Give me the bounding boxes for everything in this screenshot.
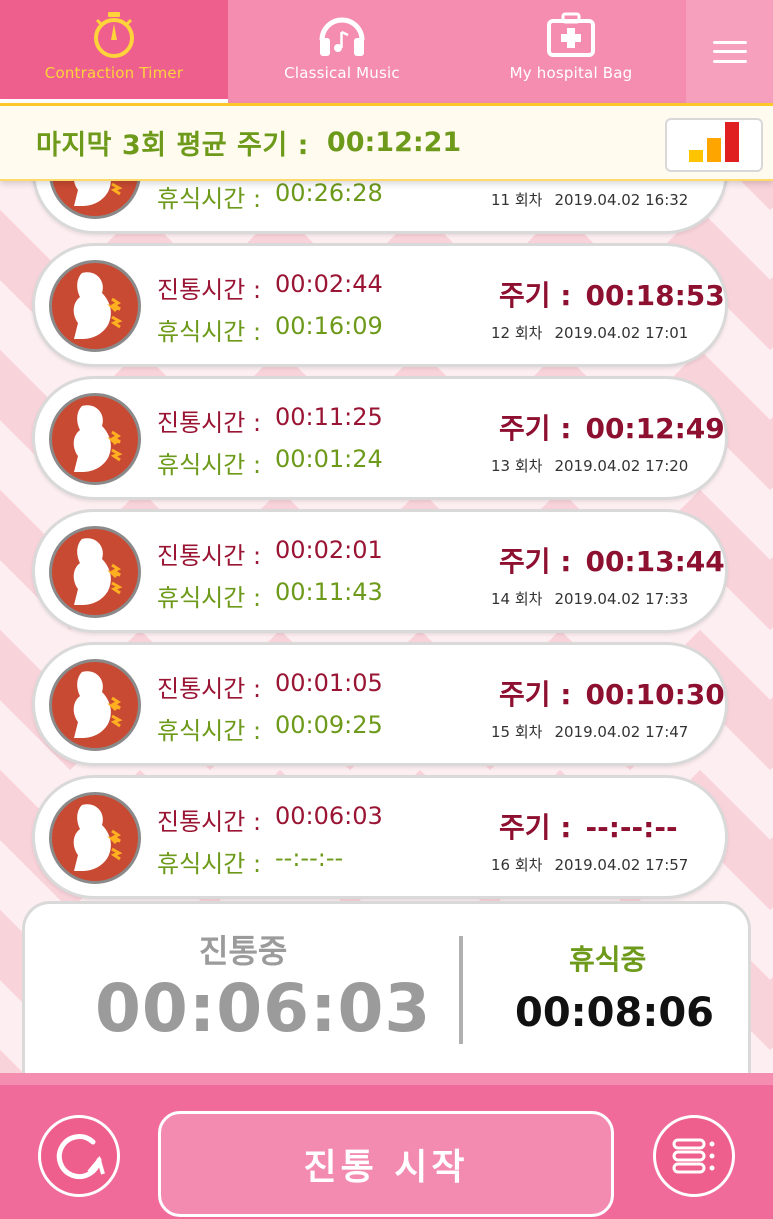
rest-label: 휴식시간 : — [157, 584, 262, 612]
list-item: 진통시간 : 00:02:44 휴식시간 : 00:16:09 주기 :00:1… — [32, 243, 728, 367]
list-item: 진통시간 : 00:06:03 휴식시간 : --:--:-- 주기 : --:-… — [32, 775, 728, 899]
chart-button[interactable] — [665, 118, 763, 172]
reset-button[interactable] — [38, 1115, 120, 1197]
list-item: 진통시간 : 00:01:05 휴식시간 : 00:09:25 주기 :00:1… — [32, 642, 728, 766]
resting-label: 휴식중 — [569, 943, 647, 976]
pregnant-woman-icon — [49, 792, 141, 884]
contraction-label: 진통시간 : — [157, 675, 262, 703]
contraction-label: 진통시간 : — [157, 276, 262, 304]
top-tab-bar: Contraction Timer Classical Music My hos… — [0, 0, 773, 103]
contracting-label: 진통중 — [199, 932, 288, 970]
record-count: 16 회차 2019.04.02 17:57 — [491, 856, 689, 874]
timer-panel: 진통중 00:06:03 휴식중 00:08:06 — [22, 901, 751, 1073]
tab-hospital-bag[interactable]: My hospital Bag — [456, 0, 686, 103]
headphones-icon — [319, 17, 365, 56]
contraction-value: 00:01:05 — [275, 669, 383, 697]
list-item: 진통시간 : 00:02:01 휴식시간 : 00:11:43 주기 :00:1… — [32, 509, 728, 633]
list-button[interactable] — [653, 1115, 735, 1197]
pregnant-woman-icon — [49, 526, 141, 618]
rest-label: 휴식시간 : — [157, 185, 262, 213]
contracting-timer: 00:06:03 — [95, 970, 432, 1047]
hamburger-menu-icon — [712, 40, 747, 63]
cycle: 주기 :00:12:49 — [499, 412, 725, 445]
tab-label: My hospital Bag — [509, 64, 633, 82]
rest-value: 00:16:09 — [275, 312, 383, 340]
bar-chart-icon — [689, 150, 703, 162]
rest-label: 휴식시간 : — [157, 717, 262, 745]
rest-value: --:--:-- — [275, 844, 344, 872]
timer-divider — [459, 936, 463, 1044]
record-list[interactable]: 휴식시간 : 00:26:28 11 회차 2019.04.02 16:32 진통… — [0, 181, 773, 901]
contraction-value: 00:02:01 — [275, 536, 383, 564]
cycle: 주기 : --:--:-- — [499, 811, 678, 844]
rest-value: 00:01:24 — [275, 445, 383, 473]
average-value: 00:12:21 — [326, 127, 462, 158]
resting-timer: 00:08:06 — [515, 990, 714, 1036]
menu-button[interactable] — [686, 0, 773, 103]
rest-value: 00:11:43 — [275, 578, 383, 606]
rest-label: 휴식시간 : — [157, 318, 262, 346]
cycle: 주기 :00:13:44 — [499, 545, 725, 578]
contraction-label: 진통시간 : — [157, 808, 262, 836]
contraction-value: 00:06:03 — [275, 802, 383, 830]
reset-icon — [56, 1134, 105, 1180]
record-count: 15 회차 2019.04.02 17:47 — [491, 723, 689, 741]
start-contraction-button[interactable]: 진통 시작 — [158, 1111, 614, 1217]
contraction-label: 진통시간 : — [157, 409, 262, 437]
record-count: 14 회차 2019.04.02 17:33 — [491, 590, 689, 608]
tab-contraction-timer[interactable]: Contraction Timer — [0, 0, 228, 103]
pregnant-woman-icon — [49, 260, 141, 352]
list-icon — [672, 1138, 715, 1174]
rest-label: 휴식시간 : — [157, 850, 262, 878]
bottom-bar: 진통 시작 — [0, 1073, 773, 1219]
average-cycle-bar: 마지막 3회 평균 주기 : 00:12:21 — [0, 103, 773, 181]
rest-label: 휴식시간 : — [157, 451, 262, 479]
pregnant-woman-icon — [49, 181, 141, 219]
rest-value: 00:09:25 — [275, 711, 383, 739]
pregnant-woman-icon — [49, 659, 141, 751]
cycle: 주기 :00:10:30 — [499, 678, 725, 711]
medical-bag-icon — [547, 12, 595, 57]
rest-value: 00:26:28 — [275, 181, 383, 207]
stopwatch-icon — [94, 12, 134, 58]
record-count: 11 회차 2019.04.02 16:32 — [491, 191, 689, 209]
record-count: 12 회차 2019.04.02 17:01 — [491, 324, 689, 342]
list-item: 휴식시간 : 00:26:28 11 회차 2019.04.02 16:32 — [32, 181, 728, 234]
record-count: 13 회차 2019.04.02 17:20 — [491, 457, 689, 475]
tab-classical-music[interactable]: Classical Music — [228, 0, 456, 103]
cycle: 주기 :00:18:53 — [499, 279, 725, 312]
average-label: 마지막 3회 평균 주기 : — [36, 130, 309, 161]
contraction-value: 00:02:44 — [275, 270, 383, 298]
pregnant-woman-icon — [49, 393, 141, 485]
tab-label: Classical Music — [284, 64, 400, 82]
list-item: 진통시간 : 00:11:25 휴식시간 : 00:01:24 주기 :00:1… — [32, 376, 728, 500]
contraction-label: 진통시간 : — [157, 542, 262, 570]
tab-label: Contraction Timer — [44, 64, 184, 82]
contraction-value: 00:11:25 — [275, 403, 383, 431]
